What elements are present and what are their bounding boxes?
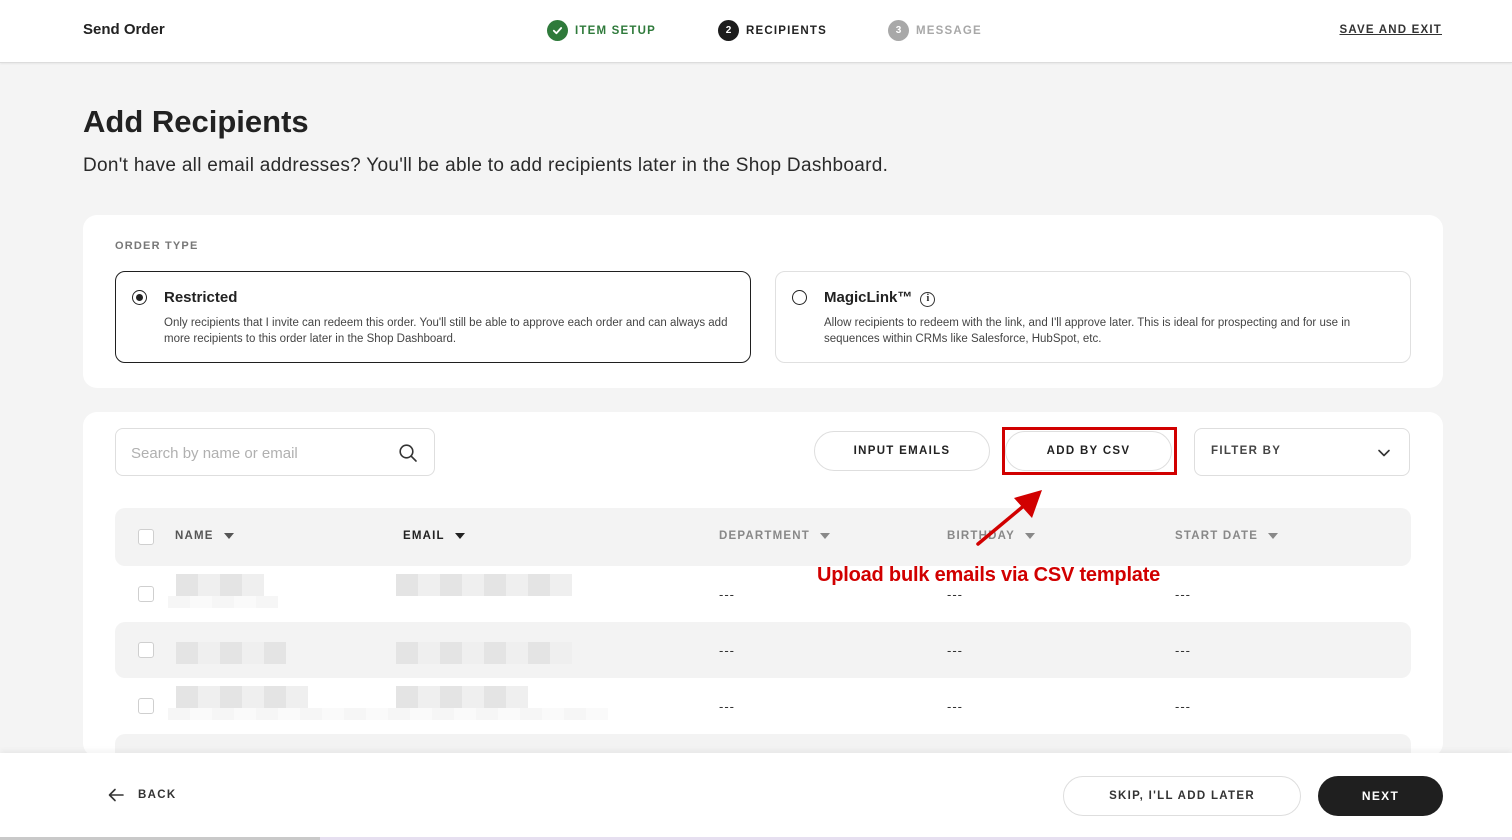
column-label: EMAIL bbox=[403, 530, 445, 542]
order-option-magiclink[interactable]: MagicLink™ i Allow recipients to redeem w… bbox=[775, 271, 1411, 363]
step-number: 3 bbox=[888, 20, 909, 41]
order-option-restricted[interactable]: Restricted Only recipients that I invite… bbox=[115, 271, 751, 363]
check-icon bbox=[547, 20, 568, 41]
column-header-birthday[interactable]: BIRTHDAY bbox=[947, 530, 1035, 542]
filter-label: FILTER BY bbox=[1211, 445, 1282, 457]
table-row[interactable]: --- --- --- bbox=[115, 678, 1411, 734]
recipients-card: INPUT EMAILS ADD BY CSV FILTER BY NAME E… bbox=[83, 412, 1443, 757]
step-message[interactable]: 3 MESSAGE bbox=[888, 20, 982, 41]
column-label: DEPARTMENT bbox=[719, 530, 811, 542]
column-header-start-date[interactable]: START DATE bbox=[1175, 530, 1279, 542]
cell-department: --- bbox=[719, 699, 735, 714]
next-button[interactable]: NEXT bbox=[1318, 776, 1443, 816]
input-emails-button[interactable]: INPUT EMAILS bbox=[814, 431, 990, 471]
page-subtitle: Don't have all email addresses? You'll b… bbox=[83, 155, 889, 176]
chevron-down-icon bbox=[1378, 449, 1390, 457]
search-icon[interactable] bbox=[398, 443, 418, 463]
redacted-name bbox=[176, 642, 286, 664]
step-item-setup[interactable]: ITEM SETUP bbox=[547, 20, 656, 41]
top-bar: Send Order ITEM SETUP 2 RECIPIENTS 3 MES… bbox=[0, 0, 1512, 63]
option-title: Restricted bbox=[164, 289, 238, 306]
cell-department: --- bbox=[719, 643, 735, 658]
radio-selected[interactable] bbox=[132, 290, 147, 305]
sort-caret-icon bbox=[1024, 533, 1035, 539]
column-header-department[interactable]: DEPARTMENT bbox=[719, 530, 831, 542]
step-label: MESSAGE bbox=[916, 24, 982, 37]
redacted-email bbox=[396, 642, 572, 664]
order-type-label: ORDER TYPE bbox=[115, 240, 199, 252]
cell-birthday: --- bbox=[947, 587, 963, 602]
annotation-text: Upload bulk emails via CSV template bbox=[817, 564, 1161, 586]
redacted-name bbox=[176, 686, 308, 708]
option-title-wrap: MagicLink™ i bbox=[824, 289, 936, 307]
redacted-block bbox=[168, 596, 278, 608]
add-by-csv-button[interactable]: ADD BY CSV bbox=[1005, 431, 1172, 471]
step-label: RECIPIENTS bbox=[746, 24, 828, 37]
row-checkbox[interactable] bbox=[138, 586, 154, 602]
table-row[interactable]: --- --- --- bbox=[115, 566, 1411, 622]
skip-add-later-button[interactable]: SKIP, I'LL ADD LATER bbox=[1063, 776, 1301, 816]
search-input[interactable] bbox=[131, 441, 381, 465]
column-label: NAME bbox=[175, 530, 214, 542]
cell-birthday: --- bbox=[947, 699, 963, 714]
column-label: BIRTHDAY bbox=[947, 530, 1015, 542]
redacted-email bbox=[396, 686, 528, 708]
column-header-email[interactable]: EMAIL bbox=[403, 530, 465, 542]
cell-start-date: --- bbox=[1175, 587, 1191, 602]
redacted-block bbox=[168, 708, 608, 720]
cell-department: --- bbox=[719, 587, 735, 602]
table-row[interactable]: --- --- --- bbox=[115, 622, 1411, 678]
info-icon[interactable]: i bbox=[920, 292, 936, 307]
back-label: BACK bbox=[138, 789, 177, 801]
redacted-email bbox=[396, 574, 572, 596]
footer-bar: BACK SKIP, I'LL ADD LATER NEXT bbox=[0, 753, 1512, 840]
search-box[interactable] bbox=[115, 428, 435, 476]
row-checkbox[interactable] bbox=[138, 698, 154, 714]
sort-caret-icon bbox=[820, 533, 831, 539]
column-header-name[interactable]: NAME bbox=[175, 530, 234, 542]
filter-by-dropdown[interactable]: FILTER BY bbox=[1194, 428, 1410, 476]
radio-unselected[interactable] bbox=[792, 290, 807, 305]
redacted-name bbox=[176, 574, 264, 596]
table-header: NAME EMAIL DEPARTMENT BIRTHDAY START DAT… bbox=[115, 508, 1411, 566]
arrow-left-icon bbox=[108, 788, 124, 802]
header-title: Send Order bbox=[83, 21, 165, 38]
select-all-checkbox[interactable] bbox=[138, 529, 154, 545]
page-title: Add Recipients bbox=[83, 104, 309, 139]
cell-birthday: --- bbox=[947, 643, 963, 658]
order-type-card: ORDER TYPE Restricted Only recipients th… bbox=[83, 215, 1443, 388]
row-checkbox[interactable] bbox=[138, 642, 154, 658]
option-description: Only recipients that I invite can redeem… bbox=[164, 317, 728, 345]
step-label: ITEM SETUP bbox=[575, 24, 657, 37]
cell-start-date: --- bbox=[1175, 643, 1191, 658]
step-recipients[interactable]: 2 RECIPIENTS bbox=[718, 20, 827, 41]
cell-start-date: --- bbox=[1175, 699, 1191, 714]
back-button[interactable]: BACK bbox=[108, 788, 176, 802]
sort-caret-icon bbox=[223, 533, 234, 539]
step-number: 2 bbox=[718, 20, 739, 41]
column-label: START DATE bbox=[1175, 530, 1259, 542]
option-description: Allow recipients to redeem with the link… bbox=[824, 317, 1351, 345]
option-title: MagicLink™ bbox=[824, 289, 913, 306]
save-and-exit-link[interactable]: SAVE AND EXIT bbox=[1339, 24, 1442, 36]
sort-caret-icon bbox=[1268, 533, 1279, 539]
sort-caret-icon bbox=[454, 533, 465, 539]
